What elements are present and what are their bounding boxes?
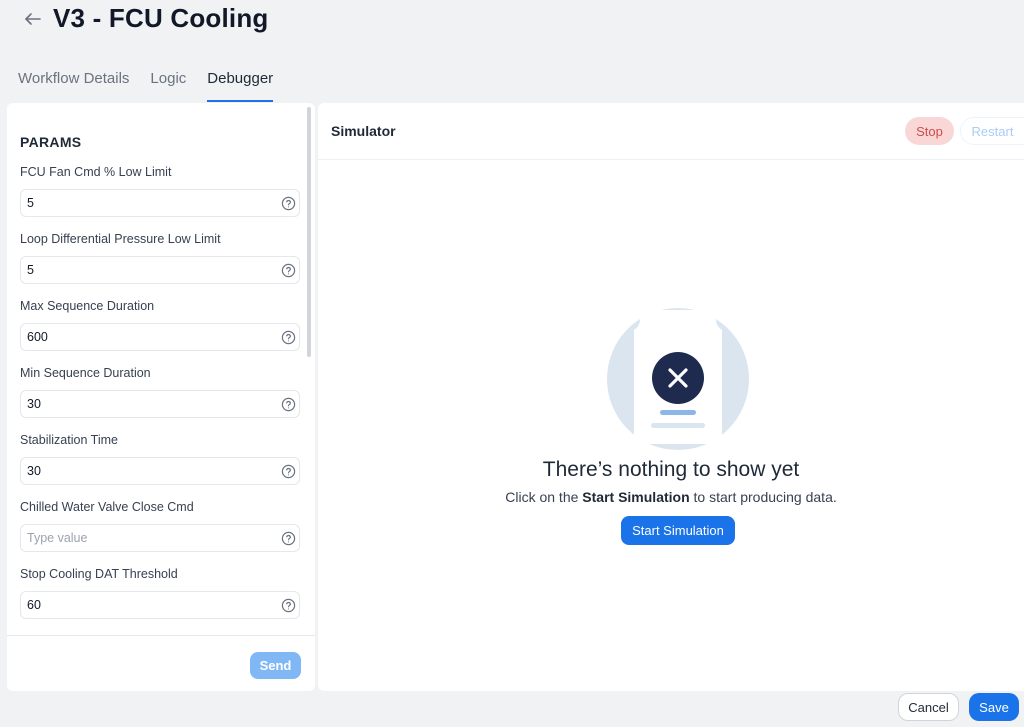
param-input-wrapper — [20, 189, 300, 217]
question-circle-icon[interactable] — [281, 531, 296, 546]
question-circle-icon[interactable] — [281, 464, 296, 479]
empty-state-prefix: Click on the — [505, 489, 583, 505]
param-stop-cooling-dat-threshold: Stop Cooling DAT Threshold — [20, 565, 300, 619]
param-label: Stabilization Time — [20, 433, 118, 447]
document-error-icon — [606, 307, 750, 451]
empty-state-suffix: to start producing data. — [689, 489, 837, 505]
stabilization-time-input[interactable] — [21, 458, 261, 484]
max-sequence-duration-input[interactable] — [21, 324, 261, 350]
question-circle-icon[interactable] — [281, 263, 296, 278]
param-input-wrapper — [20, 390, 300, 418]
param-input-wrapper — [20, 323, 300, 351]
params-list: PARAMS FCU Fan Cmd % Low Limit Loop Diff… — [7, 103, 315, 635]
param-fcu-fan-cmd-low-limit: FCU Fan Cmd % Low Limit — [20, 163, 300, 217]
param-label: Max Sequence Duration — [20, 299, 155, 313]
tab-workflow-details[interactable]: Workflow Details — [18, 60, 129, 102]
empty-state-title: There’s nothing to show yet — [542, 458, 800, 481]
empty-state-bold: Start Simulation — [582, 489, 690, 505]
param-max-sequence-duration: Max Sequence Duration — [20, 297, 300, 351]
tab-bar: Workflow Details Logic Debugger — [18, 60, 294, 102]
start-simulation-button[interactable]: Start Simulation — [621, 516, 735, 545]
param-input-wrapper — [20, 524, 300, 552]
question-circle-icon[interactable] — [281, 330, 296, 345]
chw-valve-close-cmd-input[interactable] — [21, 525, 261, 551]
question-circle-icon[interactable] — [281, 196, 296, 211]
stop-button[interactable]: Stop — [905, 117, 954, 145]
param-label: FCU Fan Cmd % Low Limit — [20, 165, 172, 179]
param-chw-valve-close-cmd: Chilled Water Valve Close Cmd — [20, 498, 300, 552]
param-input-wrapper — [20, 256, 300, 284]
empty-state-subtitle: Click on the Start Simulation to start p… — [318, 489, 1024, 505]
header: V3 - FCU Cooling — [0, 0, 1024, 48]
question-circle-icon[interactable] — [281, 598, 296, 613]
param-stabilization-time: Stabilization Time — [20, 431, 300, 485]
param-loop-dp-low-limit: Loop Differential Pressure Low Limit — [20, 230, 300, 284]
min-sequence-duration-input[interactable] — [21, 391, 261, 417]
simulator-header: Simulator Stop Restart — [318, 103, 1024, 160]
param-label: Loop Differential Pressure Low Limit — [20, 232, 221, 246]
params-panel: PARAMS FCU Fan Cmd % Low Limit Loop Diff… — [7, 103, 315, 691]
param-label: Min Sequence Duration — [20, 366, 151, 380]
simulator-title: Simulator — [331, 123, 396, 139]
param-label: Stop Cooling DAT Threshold — [20, 567, 178, 581]
param-input-wrapper — [20, 591, 300, 619]
params-title: PARAMS — [20, 134, 82, 150]
params-scrollbar[interactable] — [307, 107, 311, 357]
save-button[interactable]: Save — [969, 693, 1019, 721]
page-title: V3 - FCU Cooling — [53, 3, 269, 33]
param-input-wrapper — [20, 457, 300, 485]
tab-debugger[interactable]: Debugger — [207, 60, 273, 102]
restart-button[interactable]: Restart — [960, 117, 1024, 145]
tab-logic[interactable]: Logic — [150, 60, 186, 102]
fcu-fan-cmd-low-limit-input[interactable] — [21, 190, 261, 216]
simulator-panel: Simulator Stop Restart There’s nothing t… — [318, 103, 1024, 691]
params-footer: Send — [7, 635, 315, 691]
loop-dp-low-limit-input[interactable] — [21, 257, 261, 283]
question-circle-icon[interactable] — [281, 397, 296, 412]
arrow-left-icon[interactable] — [22, 8, 44, 30]
cancel-button[interactable]: Cancel — [898, 693, 959, 721]
stop-cooling-dat-threshold-input[interactable] — [21, 592, 261, 618]
param-label: Chilled Water Valve Close Cmd — [20, 500, 194, 514]
param-min-sequence-duration: Min Sequence Duration — [20, 364, 300, 418]
send-button[interactable]: Send — [250, 652, 301, 679]
